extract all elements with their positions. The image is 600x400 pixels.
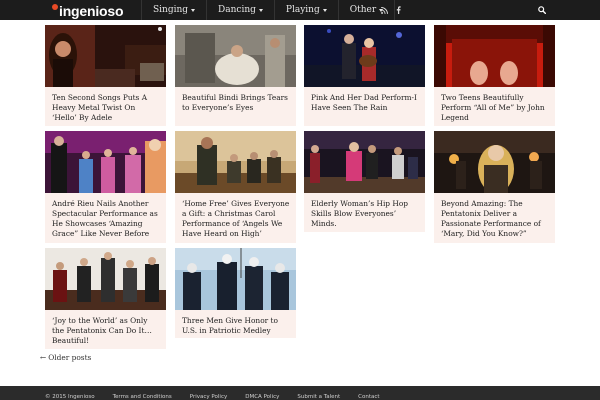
post-thumbnail[interactable] (45, 248, 166, 310)
top-navigation-bar: ingenioso Singing Dancing Playing Other (0, 0, 600, 20)
menu-label: Singing (153, 5, 189, 15)
post-title[interactable]: Three Men Give Honor to U.S. in Patrioti… (182, 316, 291, 336)
logo-text: ingenioso (59, 3, 124, 19)
footer-link-dmca[interactable]: DMCA Policy (245, 394, 279, 400)
menu-item-dancing[interactable]: Dancing (206, 0, 274, 20)
footer-link-contact[interactable]: Contact (358, 394, 379, 400)
arrow-left-icon: ← (40, 353, 47, 362)
search-button[interactable] (530, 0, 554, 20)
post-thumbnail[interactable] (434, 25, 555, 87)
site-logo[interactable]: ingenioso (52, 3, 124, 19)
post-card[interactable]: Two Teens Beautifully Perform “All of Me… (434, 25, 555, 126)
post-card[interactable]: Elderly Woman’s Hip Hop Skills Blow Ever… (304, 131, 425, 232)
older-posts-link[interactable]: ← Older posts (40, 353, 91, 362)
post-card[interactable]: Pink And Her Dad Perform-I Have Seen The… (304, 25, 425, 126)
menu-label: Playing (285, 5, 320, 15)
post-card[interactable]: ‘Home Free’ Gives Everyone a Gift: a Chr… (175, 131, 296, 243)
footer-link-submit-talent[interactable]: Submit a Talent (297, 394, 340, 400)
post-card[interactable]: ‘Joy to the World’ as Only the Pentatoni… (45, 248, 166, 349)
post-thumbnail[interactable] (434, 131, 555, 193)
post-title[interactable]: Ten Second Songs Puts A Heavy Metal Twis… (52, 93, 161, 123)
menu-item-playing[interactable]: Playing (273, 0, 338, 20)
menu-label: Other (349, 5, 377, 15)
post-thumbnail[interactable] (175, 248, 296, 310)
post-thumbnail[interactable] (175, 131, 296, 193)
post-card[interactable]: Beyond Amazing: The Pentatonix Deliver a… (434, 131, 555, 243)
menu-label: Dancing (218, 5, 256, 15)
post-title[interactable]: Elderly Woman’s Hip Hop Skills Blow Ever… (311, 199, 420, 229)
social-links (377, 0, 405, 20)
chevron-down-icon (322, 8, 327, 12)
post-card[interactable]: Three Men Give Honor to U.S. in Patrioti… (175, 248, 296, 338)
chevron-down-icon (258, 8, 263, 12)
post-title[interactable]: Beyond Amazing: The Pentatonix Deliver a… (441, 199, 550, 239)
footer-links: © 2015 Ingenioso Terms and Conditions Pr… (45, 394, 398, 400)
post-thumbnail[interactable] (304, 131, 425, 193)
post-thumbnail[interactable] (304, 25, 425, 87)
post-card[interactable]: Ten Second Songs Puts A Heavy Metal Twis… (45, 25, 166, 126)
post-title[interactable]: Beautiful Bindi Brings Tears to Everyone… (182, 93, 291, 113)
footer-link-terms[interactable]: Terms and Conditions (113, 394, 172, 400)
search-icon (538, 6, 546, 14)
main-menu: Singing Dancing Playing Other (141, 0, 396, 20)
older-posts-label: Older posts (48, 353, 92, 362)
footer-link-privacy[interactable]: Privacy Policy (190, 394, 227, 400)
post-title[interactable]: ‘Joy to the World’ as Only the Pentatoni… (52, 316, 161, 346)
chevron-down-icon (191, 8, 196, 12)
footer-copyright: © 2015 Ingenioso (45, 394, 95, 400)
post-title[interactable]: André Rieu Nails Another Spectacular Per… (52, 199, 161, 239)
facebook-icon[interactable] (391, 0, 405, 20)
post-thumbnail[interactable] (175, 25, 296, 87)
logo-dot-icon (52, 4, 58, 10)
site-footer: © 2015 Ingenioso Terms and Conditions Pr… (0, 386, 600, 400)
post-title[interactable]: Pink And Her Dad Perform-I Have Seen The… (311, 93, 420, 113)
post-thumbnail[interactable] (45, 25, 166, 87)
post-card[interactable]: André Rieu Nails Another Spectacular Per… (45, 131, 166, 243)
post-card[interactable]: Beautiful Bindi Brings Tears to Everyone… (175, 25, 296, 126)
menu-item-singing[interactable]: Singing (141, 0, 206, 20)
rss-icon[interactable] (377, 0, 391, 20)
post-title[interactable]: ‘Home Free’ Gives Everyone a Gift: a Chr… (182, 199, 291, 239)
post-title[interactable]: Two Teens Beautifully Perform “All of Me… (441, 93, 550, 123)
post-thumbnail[interactable] (45, 131, 166, 193)
